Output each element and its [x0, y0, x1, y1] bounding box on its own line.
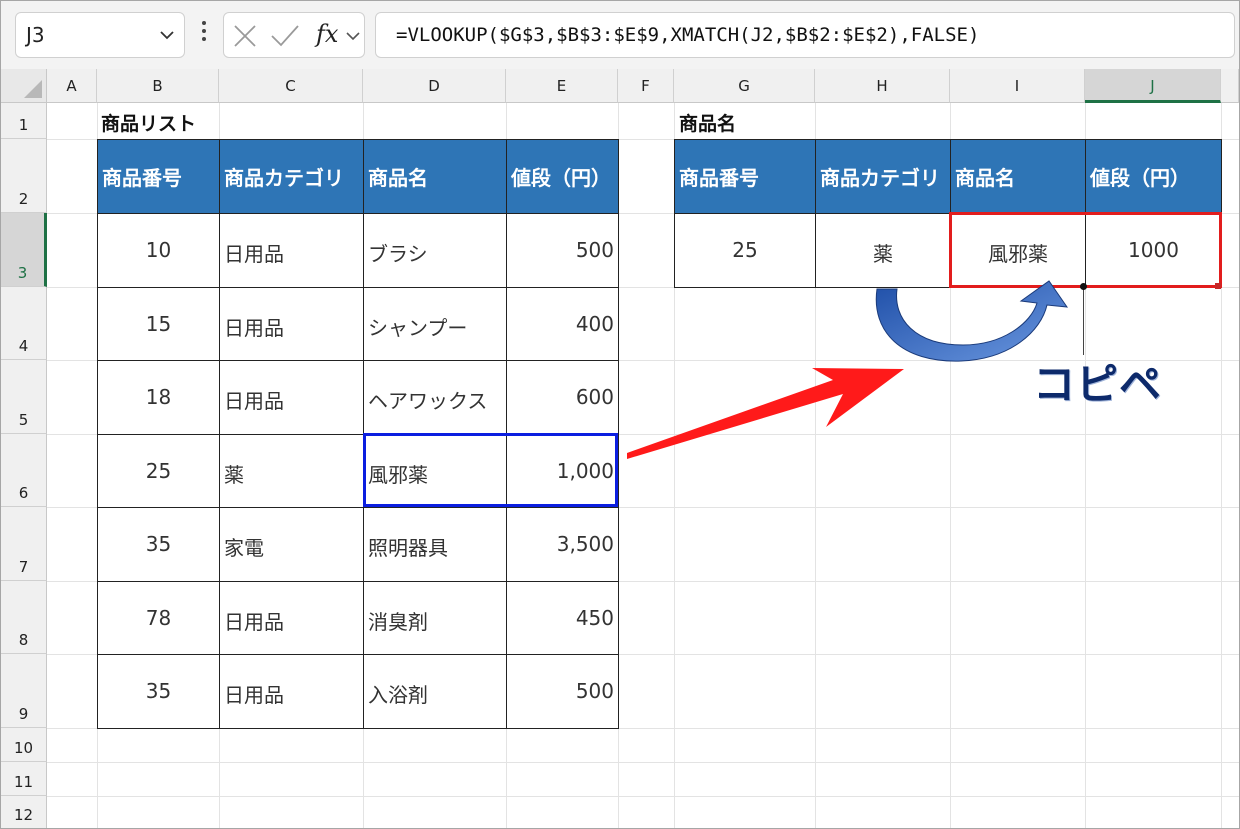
excel-window: J3 fx =VLOOKUP($G$3,$B$3:$E$9,XMATCH(J2,… [0, 0, 1240, 829]
annotation-arrows [627, 280, 1069, 459]
copy-paste-label: コピペ [1033, 360, 1163, 409]
red-arrow [627, 368, 904, 459]
blue-curved-arrow [875, 280, 1069, 362]
